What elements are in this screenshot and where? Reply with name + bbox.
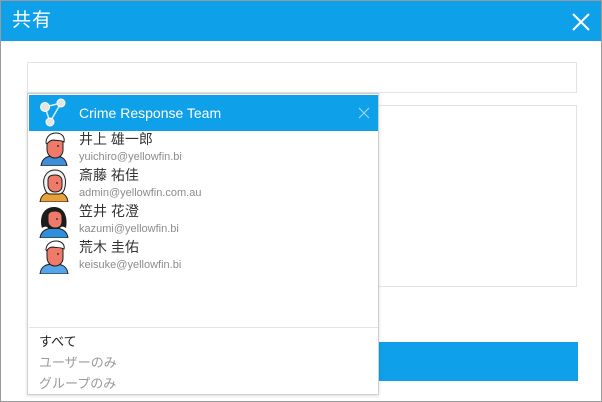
user-email: admin@yellowfin.com.au — [79, 187, 202, 199]
dropdown-item-user[interactable]: 斎藤 祐佳 admin@yellowfin.com.au — [29, 167, 378, 203]
dialog-titlebar: 共有 — [1, 1, 601, 41]
filter-all[interactable]: すべて — [39, 334, 77, 350]
remove-icon[interactable] — [358, 107, 370, 119]
recipient-dropdown: Crime Response Team 井上 雄一郎 yuichiro@yell… — [27, 93, 379, 395]
user-name: 笠井 花澄 — [79, 203, 139, 219]
avatar-female-icon — [39, 207, 69, 238]
user-name: 斎藤 祐佳 — [79, 167, 139, 183]
recipient-search-input[interactable] — [27, 62, 577, 93]
avatar-male-icon — [39, 240, 69, 274]
message-textarea[interactable] — [377, 105, 577, 287]
avatar-female-icon — [39, 169, 69, 202]
user-name: 井上 雄一郎 — [79, 131, 153, 147]
user-name: 荒木 圭佑 — [79, 239, 139, 255]
user-email: keisuke@yellowfin.bi — [79, 259, 182, 271]
group-icon — [40, 98, 66, 127]
filter-groups-only[interactable]: グループのみ — [39, 376, 116, 392]
dropdown-item-user[interactable]: 笠井 花澄 kazumi@yellowfin.bi — [29, 203, 378, 239]
avatar-male-icon — [40, 132, 68, 166]
dropdown-item-user[interactable]: 荒木 圭佑 keisuke@yellowfin.bi — [29, 239, 378, 275]
share-button[interactable] — [377, 342, 578, 381]
user-email: kazumi@yellowfin.bi — [79, 223, 179, 235]
user-email: yuichiro@yellowfin.bi — [79, 151, 182, 163]
share-dialog: 共有 Crime Response Team 井上 雄一郎 yuichiro@y… — [0, 0, 602, 402]
dropdown-item-team[interactable]: Crime Response Team — [29, 95, 378, 131]
dialog-title: 共有 — [12, 10, 53, 31]
dropdown-item-user[interactable]: 井上 雄一郎 yuichiro@yellowfin.bi — [29, 131, 378, 167]
filter-divider — [29, 327, 378, 328]
team-label: Crime Response Team — [79, 105, 222, 121]
close-icon[interactable] — [571, 12, 591, 32]
filter-users-only[interactable]: ユーザーのみ — [39, 355, 117, 371]
